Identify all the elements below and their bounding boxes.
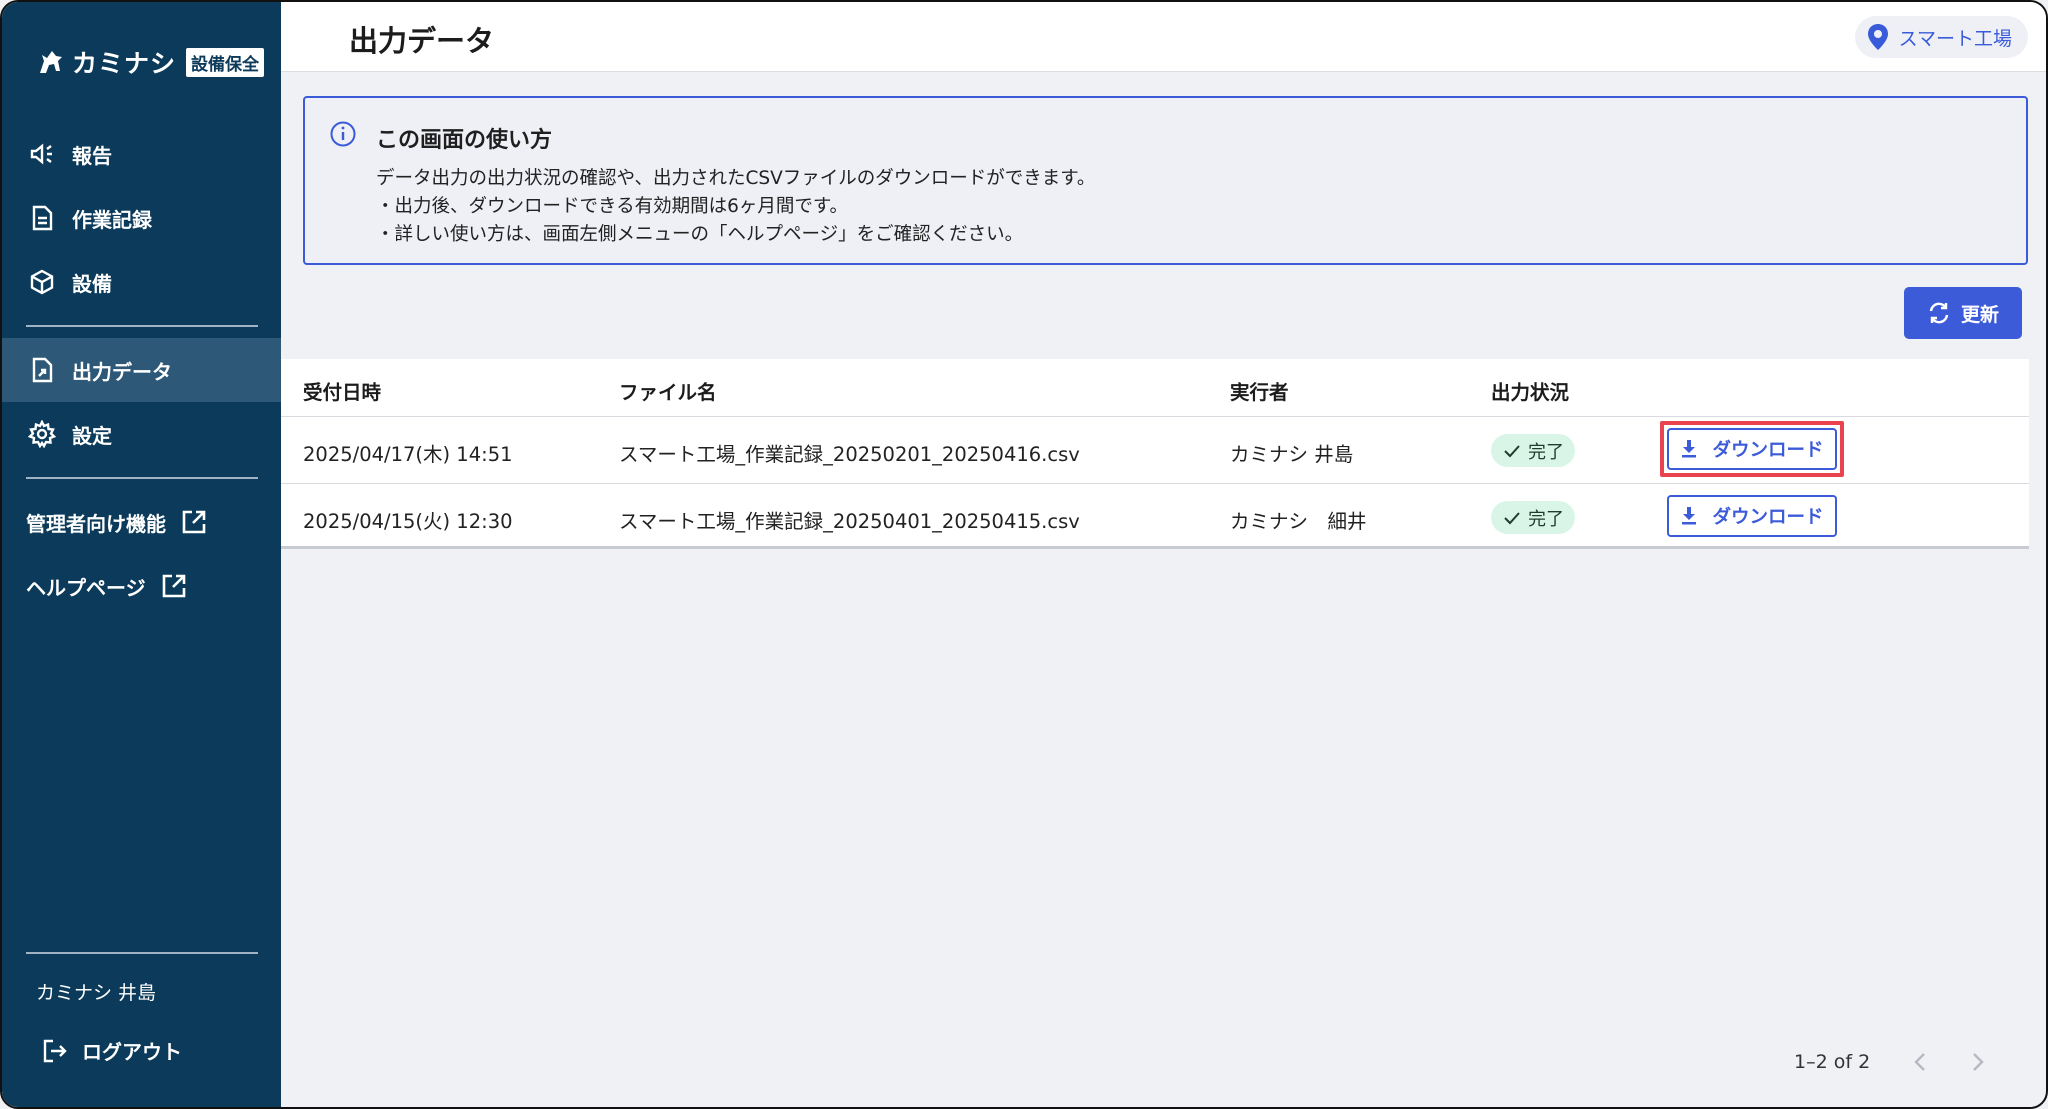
logo-horse-icon xyxy=(40,51,62,73)
sidebar-item-equipment[interactable]: 設備 xyxy=(2,250,281,314)
sidebar-item-output-data[interactable]: 出力データ xyxy=(2,338,281,402)
status-badge: 完了 xyxy=(1491,434,1575,467)
sidebar-divider xyxy=(26,477,258,479)
cube-icon xyxy=(30,269,54,295)
gear-icon xyxy=(28,420,56,448)
logout-icon xyxy=(43,1039,67,1062)
logo-brand: カミナシ xyxy=(72,49,177,78)
location-pin-icon xyxy=(1867,24,1888,50)
download-button[interactable]: ダウンロード xyxy=(1667,428,1837,470)
sidebar-item-label: 管理者向け機能 xyxy=(26,511,166,536)
column-header-user[interactable]: 実行者 xyxy=(1230,376,1289,405)
check-icon xyxy=(1504,444,1520,457)
download-label: ダウンロード xyxy=(1712,440,1824,461)
sidebar-item-settings[interactable]: 設定 xyxy=(2,402,281,466)
info-line: ・出力後、ダウンロードできる有効期間は6ヶ月間です。 xyxy=(376,196,849,217)
download-icon xyxy=(1682,507,1697,525)
chevron-right-icon[interactable] xyxy=(1961,1046,1993,1078)
refresh-icon xyxy=(1929,302,1949,324)
row-divider xyxy=(281,483,2029,484)
column-header-date[interactable]: 受付日時 xyxy=(303,376,381,405)
status-badge: 完了 xyxy=(1491,501,1575,534)
cell-file: スマート工場_作業記録_20250201_20250416.csv xyxy=(619,443,1080,466)
file-export-icon xyxy=(32,357,53,383)
info-icon xyxy=(330,121,356,147)
download-button[interactable]: ダウンロード xyxy=(1667,495,1837,537)
cell-user: カミナシ 井島 xyxy=(1230,443,1354,466)
sidebar-item-label: ヘルプページ xyxy=(26,575,146,600)
check-icon xyxy=(1504,511,1520,524)
output-data-table: 受付日時 ファイル名 実行者 出力状況 2025/04/17(木) 14:51 … xyxy=(281,359,2029,549)
sidebar: カミナシ 設備保全 報告 作業記録 設備 出力データ 設定 管理者向け機能 ヘル… xyxy=(2,2,281,1107)
sidebar-item-label: 設定 xyxy=(72,423,112,448)
location-name: スマート工場 xyxy=(1898,27,2012,50)
sidebar-item-work-records[interactable]: 作業記録 xyxy=(2,186,281,250)
column-header-status[interactable]: 出力状況 xyxy=(1491,376,1569,405)
sidebar-item-help[interactable]: ヘルプページ xyxy=(2,554,281,618)
info-line: ・詳しい使い方は、画面左側メニューの「ヘルプページ」をご確認ください。 xyxy=(376,224,1024,245)
status-label: 完了 xyxy=(1528,441,1564,463)
info-title: この画面の使い方 xyxy=(376,128,553,153)
cell-date: 2025/04/17(木) 14:51 xyxy=(303,443,513,466)
refresh-button[interactable]: 更新 xyxy=(1904,287,2022,339)
location-selector[interactable]: スマート工場 xyxy=(1854,16,2028,58)
app-logo[interactable]: カミナシ 設備保全 xyxy=(36,42,265,82)
sidebar-item-label: 報告 xyxy=(72,143,112,168)
external-link-icon xyxy=(162,574,185,598)
current-user-name: カミナシ 井島 xyxy=(36,982,157,1004)
download-label: ダウンロード xyxy=(1712,507,1824,528)
column-header-file[interactable]: ファイル名 xyxy=(619,376,717,405)
status-label: 完了 xyxy=(1528,508,1564,530)
sidebar-divider xyxy=(26,325,258,327)
cell-file: スマート工場_作業記録_20250401_20250415.csv xyxy=(619,510,1080,533)
sidebar-item-report[interactable]: 報告 xyxy=(2,122,281,186)
usage-info-box: この画面の使い方 データ出力の出力状況の確認や、出力されたCSVファイルのダウン… xyxy=(303,96,2028,265)
sidebar-item-admin[interactable]: 管理者向け機能 xyxy=(2,490,281,554)
external-link-icon xyxy=(182,510,206,534)
info-line: データ出力の出力状況の確認や、出力されたCSVファイルのダウンロードができます。 xyxy=(376,168,1096,189)
page-header: 出力データ スマート工場 xyxy=(281,2,2046,72)
sidebar-item-label: 作業記録 xyxy=(72,207,152,232)
sidebar-divider xyxy=(26,952,258,954)
document-icon xyxy=(32,205,53,231)
row-divider xyxy=(281,416,2029,417)
logout-label: ログアウト xyxy=(82,1040,182,1064)
cell-date: 2025/04/15(火) 12:30 xyxy=(303,510,513,533)
megaphone-icon xyxy=(30,143,52,165)
refresh-label: 更新 xyxy=(1960,303,1999,326)
app-frame: カミナシ 設備保全 報告 作業記録 設備 出力データ 設定 管理者向け機能 ヘル… xyxy=(0,0,2048,1109)
cell-user: カミナシ 細井 xyxy=(1230,510,1367,533)
logout-button[interactable]: ログアウト xyxy=(42,1036,182,1065)
sidebar-item-label: 出力データ xyxy=(72,359,172,384)
sidebar-item-label: 設備 xyxy=(72,271,112,296)
pagination-range: 1–2 of 2 xyxy=(1794,1051,1871,1073)
download-icon xyxy=(1682,440,1697,458)
logo-sub: 設備保全 xyxy=(186,47,265,77)
page-title: 出力データ xyxy=(349,24,495,58)
chevron-left-icon[interactable] xyxy=(1905,1046,1937,1078)
